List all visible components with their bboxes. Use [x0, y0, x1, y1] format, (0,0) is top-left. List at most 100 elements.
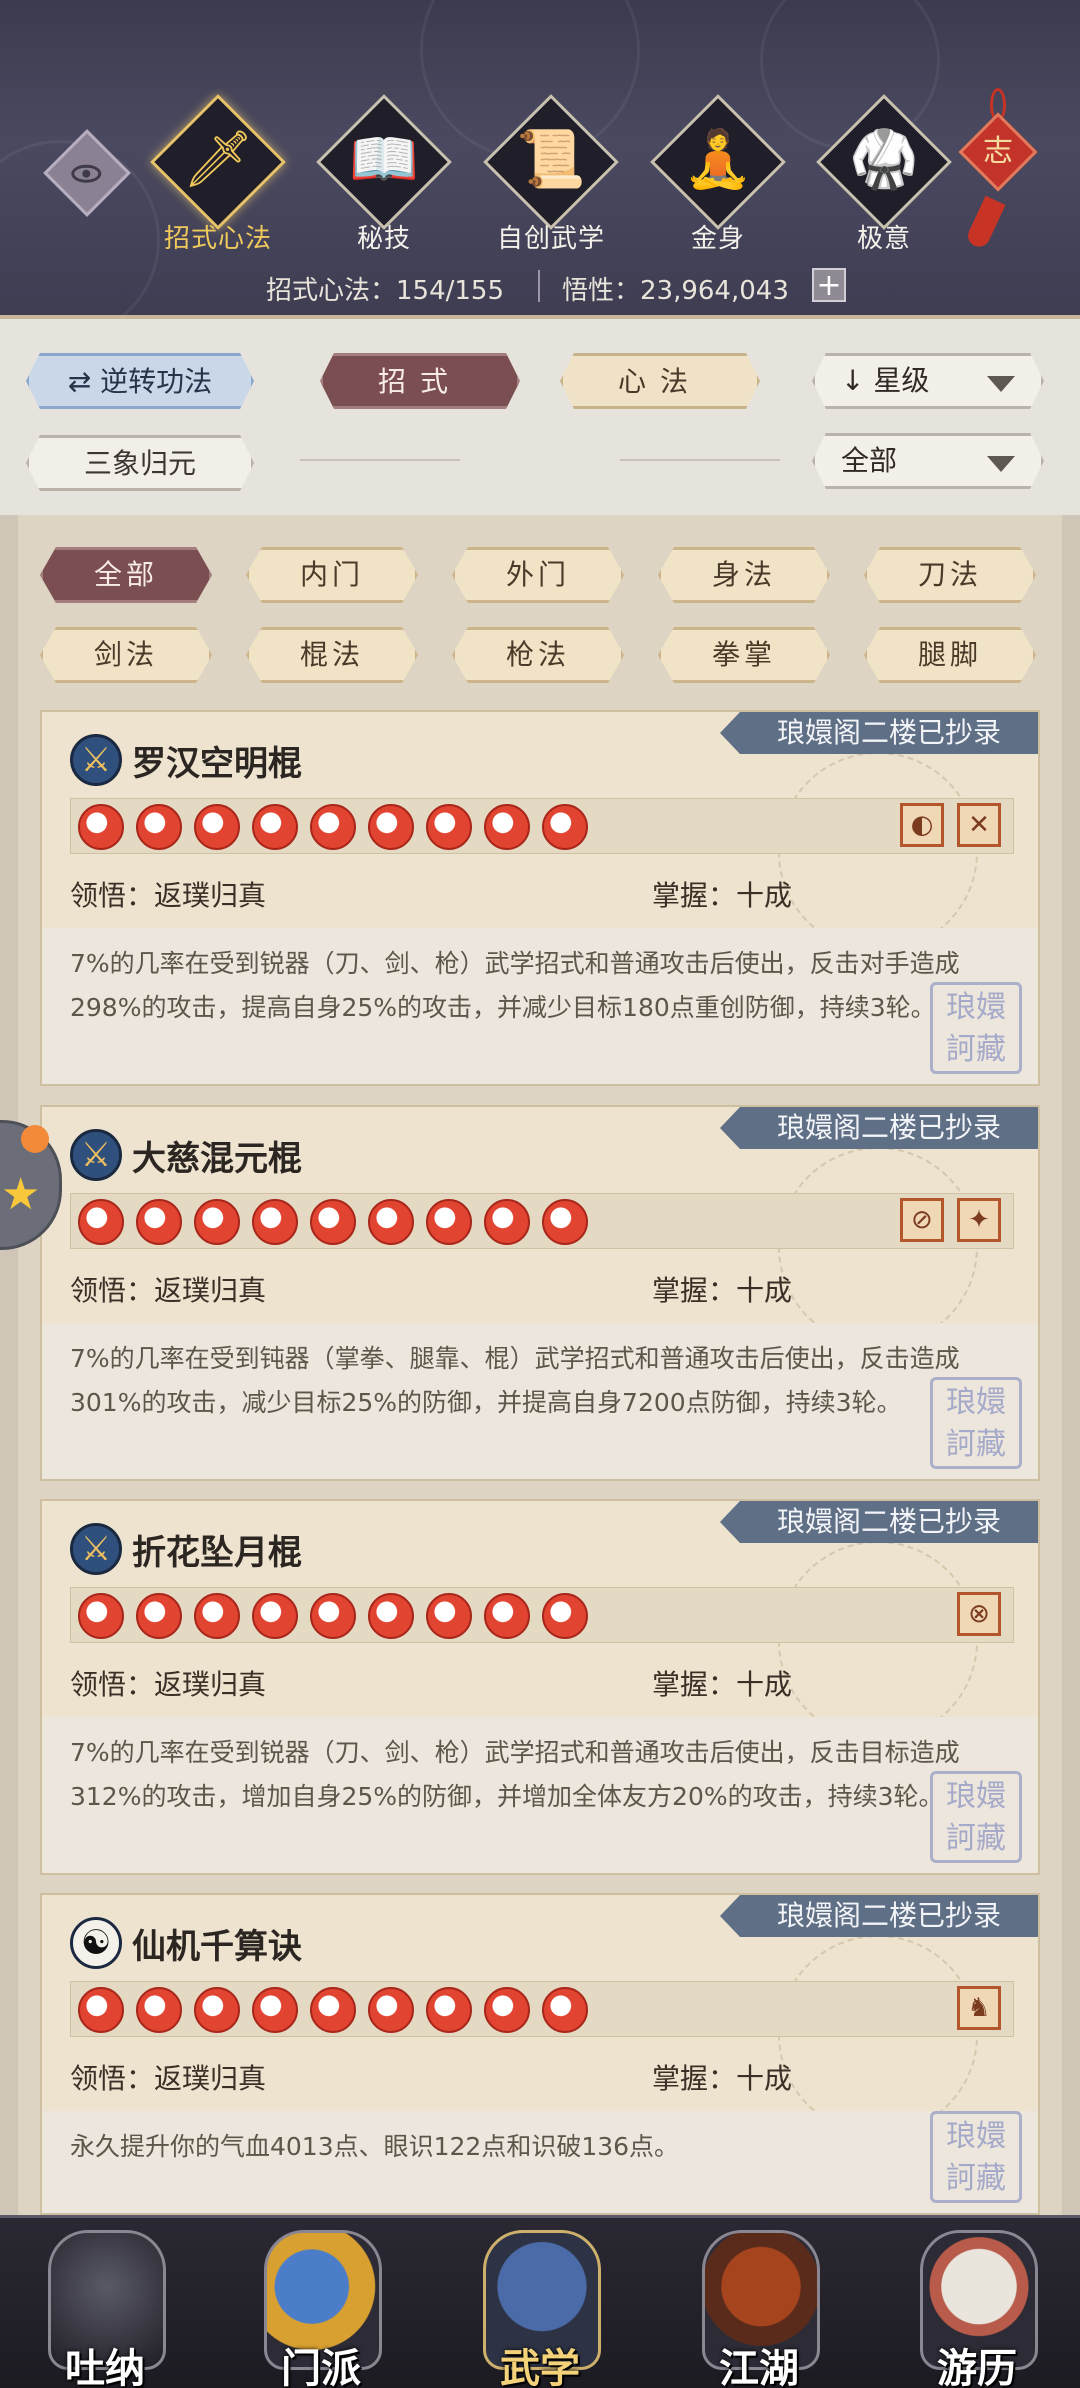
- martial-pose-icon: 🥋: [849, 127, 919, 192]
- star-rating: ⊗: [70, 1587, 1014, 1643]
- reverse-technique-button[interactable]: ⇄ 逆转功法: [26, 353, 254, 409]
- scope-dropdown[interactable]: 全部: [812, 433, 1044, 489]
- skill-card[interactable]: 琅嬛阁二楼已抄录 ☯ 仙机千算诀 ♞ 领悟：返璞归真 掌握：十成 永久提升你的气…: [40, 1893, 1040, 2215]
- category-chip-movement[interactable]: 身法: [658, 547, 830, 603]
- flame-star-icon: [78, 1593, 124, 1639]
- flame-star-icon: [426, 1593, 472, 1639]
- category-chip-blade[interactable]: 刀法: [864, 547, 1036, 603]
- skill-card[interactable]: 琅嬛阁二楼已抄录 ⚔ 大慈混元棍 ⊘ ✦ 领悟：返璞归真 掌握：十成 7%的几率…: [40, 1105, 1040, 1481]
- tab-heart-method[interactable]: 心法: [560, 353, 760, 409]
- tab-custom-martial[interactable]: 📜 自创武学: [463, 94, 623, 260]
- flame-star-icon: [484, 804, 530, 850]
- flame-star-icon: [484, 1593, 530, 1639]
- mastery-label: 掌握：十成: [652, 1274, 793, 1307]
- comprehension-label: 领悟：返璞归真: [70, 879, 267, 912]
- tab-moves[interactable]: 招式: [320, 353, 520, 409]
- skill-card[interactable]: 琅嬛阁二楼已抄录 ⚔ 罗汉空明棍 ◐ ✕ 领悟：返璞归真 掌握：十成 7%的几率…: [40, 710, 1040, 1086]
- nav-label: 江湖: [719, 2346, 799, 2388]
- nav-label: 游历: [937, 2346, 1017, 2388]
- add-insight-button[interactable]: +: [812, 268, 846, 302]
- flame-star-icon: [484, 1987, 530, 2033]
- star-list: [71, 799, 593, 855]
- flame-star-icon: [310, 804, 356, 850]
- category-chip-fist[interactable]: 拳掌: [658, 627, 830, 683]
- flame-star-icon: [542, 1987, 588, 2033]
- star-rating: ⊘ ✦: [70, 1193, 1014, 1249]
- tab-label: 自创武学: [496, 224, 605, 254]
- sort-dropdown[interactable]: ↓ 星级: [812, 353, 1044, 409]
- staff-skill-icon: ⚔: [70, 1523, 122, 1575]
- category-chip-spear[interactable]: 枪法: [452, 627, 624, 683]
- ornament-line: [300, 459, 460, 461]
- visibility-toggle-button[interactable]: [43, 129, 131, 217]
- scope-label: 全部: [841, 444, 898, 477]
- skill-description: 7%的几率在受到锐器（刀、剑、枪）武学招式和普通攻击后使出，反击目标造成312%…: [42, 1717, 1038, 1873]
- ornament-line: [620, 459, 780, 461]
- nav-breathing[interactable]: 吐纳: [30, 2218, 180, 2388]
- attribute-icon: ⊗: [957, 1592, 1001, 1636]
- bottom-navigation: 吐纳 门派 武学 江湖 游历: [0, 2215, 1080, 2388]
- nav-label: 武学: [500, 2346, 580, 2388]
- nav-martial-arts[interactable]: 武学: [465, 2218, 615, 2388]
- flame-star-icon: [136, 804, 182, 850]
- category-chip-all[interactable]: 全部: [40, 547, 212, 603]
- sword-icon: 🗡: [182, 127, 254, 192]
- flame-star-icon: [252, 1987, 298, 2033]
- flame-star-icon: [194, 1593, 240, 1639]
- seal-stamp-icon: 琅嬛 訶藏: [930, 1377, 1022, 1469]
- star-list: [71, 1194, 593, 1250]
- type-icon-group: ♞: [949, 1986, 1001, 2030]
- flame-star-icon: [426, 1987, 472, 2033]
- tab-ultimate-intent[interactable]: 🥋 极意: [796, 94, 956, 260]
- flame-star-icon: [368, 804, 414, 850]
- flame-star-icon: [368, 1593, 414, 1639]
- category-chip-leg[interactable]: 腿脚: [864, 627, 1036, 683]
- swap-icon: ⇄: [67, 365, 92, 398]
- tab-secret-skills[interactable]: 📖 秘技: [296, 94, 456, 260]
- flame-star-icon: [136, 1987, 182, 2033]
- comprehension-label: 领悟：返璞归真: [70, 2062, 267, 2095]
- skill-description: 7%的几率在受到锐器（刀、剑、枪）武学招式和普通攻击后使出，反击对手造成298%…: [42, 928, 1038, 1084]
- tab-label: 秘技: [356, 224, 411, 254]
- skill-list-panel[interactable]: 全部 内门 外门 身法 刀法 剑法 棍法 枪法 拳掌 腿脚 琅嬛阁二楼已抄录 ⚔…: [18, 515, 1062, 2215]
- nav-label: 门派: [281, 2346, 361, 2388]
- mastery-label: 掌握：十成: [652, 2062, 793, 2095]
- category-chip-staff[interactable]: 棍法: [246, 627, 418, 683]
- nav-label: 吐纳: [65, 2346, 145, 2388]
- seal-stamp-icon: 琅嬛 訶藏: [930, 2111, 1022, 2203]
- flame-star-icon: [426, 1199, 472, 1245]
- tab-label: 招式心法: [163, 224, 272, 254]
- attribute-icon: ✦: [957, 1198, 1001, 1242]
- tab-moves-heart[interactable]: 🗡 招式心法: [130, 94, 290, 260]
- mastery-label: 掌握：十成: [652, 1668, 793, 1701]
- mastery-label: 掌握：十成: [652, 879, 793, 912]
- nav-travel[interactable]: 游历: [902, 2218, 1052, 2388]
- comprehension-label: 领悟：返璞归真: [70, 1274, 267, 1307]
- category-chip-sword[interactable]: 剑法: [40, 627, 212, 683]
- skill-card[interactable]: 琅嬛阁二楼已抄录 ⚔ 折花坠月棍 ⊗ 领悟：返璞归真 掌握：十成 7%的几率在受…: [40, 1499, 1040, 1875]
- sanxiang-button[interactable]: 三象归元: [26, 435, 254, 491]
- nav-sect[interactable]: 门派: [246, 2218, 396, 2388]
- type-icon-group: ⊘ ✦: [892, 1198, 1001, 1242]
- tab-label: 极意: [856, 224, 911, 254]
- flame-star-icon: [368, 1199, 414, 1245]
- tab-golden-body[interactable]: 🧘 金身: [630, 94, 790, 260]
- category-chip-outer[interactable]: 外门: [452, 547, 624, 603]
- type-icon-group: ◐ ✕: [892, 803, 1001, 847]
- meditating-figure-icon: 🧘: [683, 127, 753, 192]
- nav-jianghu[interactable]: 江湖: [684, 2218, 834, 2388]
- insight-value: 悟性：23,964,043: [562, 276, 789, 306]
- charm-text: 志: [983, 134, 1013, 169]
- seal-stamp-icon: 琅嬛 訶藏: [930, 1771, 1022, 1863]
- star-icon: ★: [1, 1169, 41, 1220]
- chevron-down-icon: [987, 376, 1015, 392]
- category-chip-inner[interactable]: 内门: [246, 547, 418, 603]
- flame-star-icon: [136, 1593, 182, 1639]
- flame-star-icon: [78, 1199, 124, 1245]
- copied-ribbon: 琅嬛阁二楼已抄录: [720, 1107, 1038, 1149]
- moves-count: 招式心法：154/155: [266, 276, 505, 306]
- ambition-charm-button[interactable]: 志: [958, 88, 1040, 251]
- flame-star-icon: [194, 804, 240, 850]
- flame-star-icon: [78, 804, 124, 850]
- flame-star-icon: [368, 1987, 414, 2033]
